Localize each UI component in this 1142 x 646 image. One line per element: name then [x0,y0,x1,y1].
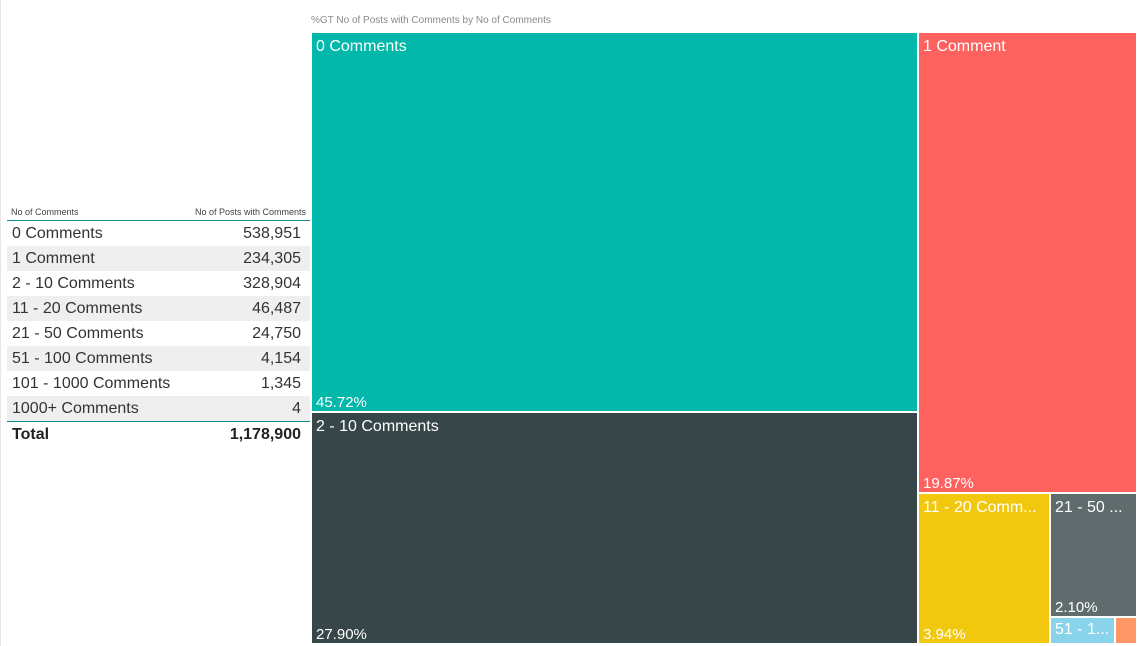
table-row[interactable]: 0 Comments 538,951 [7,221,310,246]
row-label: 21 - 50 Comments [12,324,144,342]
col-header-no-of-comments[interactable]: No of Comments [11,207,79,217]
treemap-tile[interactable]: 1 Comment 19.87% [918,32,1137,493]
row-value: 4 [292,399,301,417]
treemap-tile[interactable]: 21 - 50 ... 2.10% [1050,493,1137,617]
row-label: 1 Comment [12,249,95,267]
tile-percent: 27.90% [316,626,367,643]
row-label: 51 - 100 Comments [12,349,153,367]
tile-label: 1 Comment [923,38,1006,55]
treemap-tile[interactable]: 51 - 1... [1050,617,1115,644]
row-value: 1,345 [260,374,301,392]
treemap-tile[interactable]: 11 - 20 Comm... 3.94% [918,493,1050,644]
treemap-tile[interactable] [1115,617,1137,644]
table-row[interactable]: 101 - 1000 Comments 1,345 [7,371,310,396]
tile-label: 21 - 50 ... [1055,499,1123,516]
table-total-row: Total 1,178,900 [7,421,310,447]
left-border [0,0,1,646]
treemap: 0 Comments 45.72% 1 Comment 19.87% 2 - 10 Co… [311,32,1137,644]
total-value: 1,178,900 [229,425,301,443]
row-label: 2 - 10 Comments [12,274,135,292]
row-value: 46,487 [252,299,301,317]
row-value: 24,750 [252,324,301,342]
col-header-no-of-posts[interactable]: No of Posts with Comments [195,207,306,217]
table-row[interactable]: 1 Comment 234,305 [7,246,310,271]
tile-label: 51 - 1... [1055,621,1110,638]
tile-percent: 2.10% [1055,599,1098,616]
treemap-title: %GT No of Posts with Comments by No of C… [311,15,551,26]
treemap-tile[interactable]: 2 - 10 Comments 27.90% [311,412,918,644]
table-row[interactable]: 51 - 100 Comments 4,154 [7,346,310,371]
comments-table: No of Comments No of Posts with Comments… [7,203,310,447]
tile-label: 2 - 10 Comments [316,418,439,435]
row-value: 328,904 [243,274,301,292]
row-label: 0 Comments [12,224,103,242]
row-label: 11 - 20 Comments [12,299,143,317]
row-value: 538,951 [243,224,301,242]
table-header: No of Comments No of Posts with Comments [7,203,310,221]
tile-label: 0 Comments [316,38,407,55]
row-value: 4,154 [260,349,301,367]
row-label: 101 - 1000 Comments [12,374,171,392]
table-row[interactable]: 2 - 10 Comments 328,904 [7,271,310,296]
tile-percent: 3.94% [923,626,966,643]
treemap-tile[interactable]: 0 Comments 45.72% [311,32,918,412]
table-row[interactable]: 1000+ Comments 4 [7,396,310,421]
total-label: Total [12,425,50,443]
table-body: 0 Comments 538,951 1 Comment 234,305 2 - 10 … [7,221,310,421]
table-row[interactable]: 11 - 20 Comments 46,487 [7,296,310,321]
tile-percent: 19.87% [923,475,974,492]
tile-label: 11 - 20 Comm... [923,499,1037,516]
table-row[interactable]: 21 - 50 Comments 24,750 [7,321,310,346]
row-label: 1000+ Comments [12,399,139,417]
tile-percent: 45.72% [316,394,367,411]
row-value: 234,305 [243,249,301,267]
